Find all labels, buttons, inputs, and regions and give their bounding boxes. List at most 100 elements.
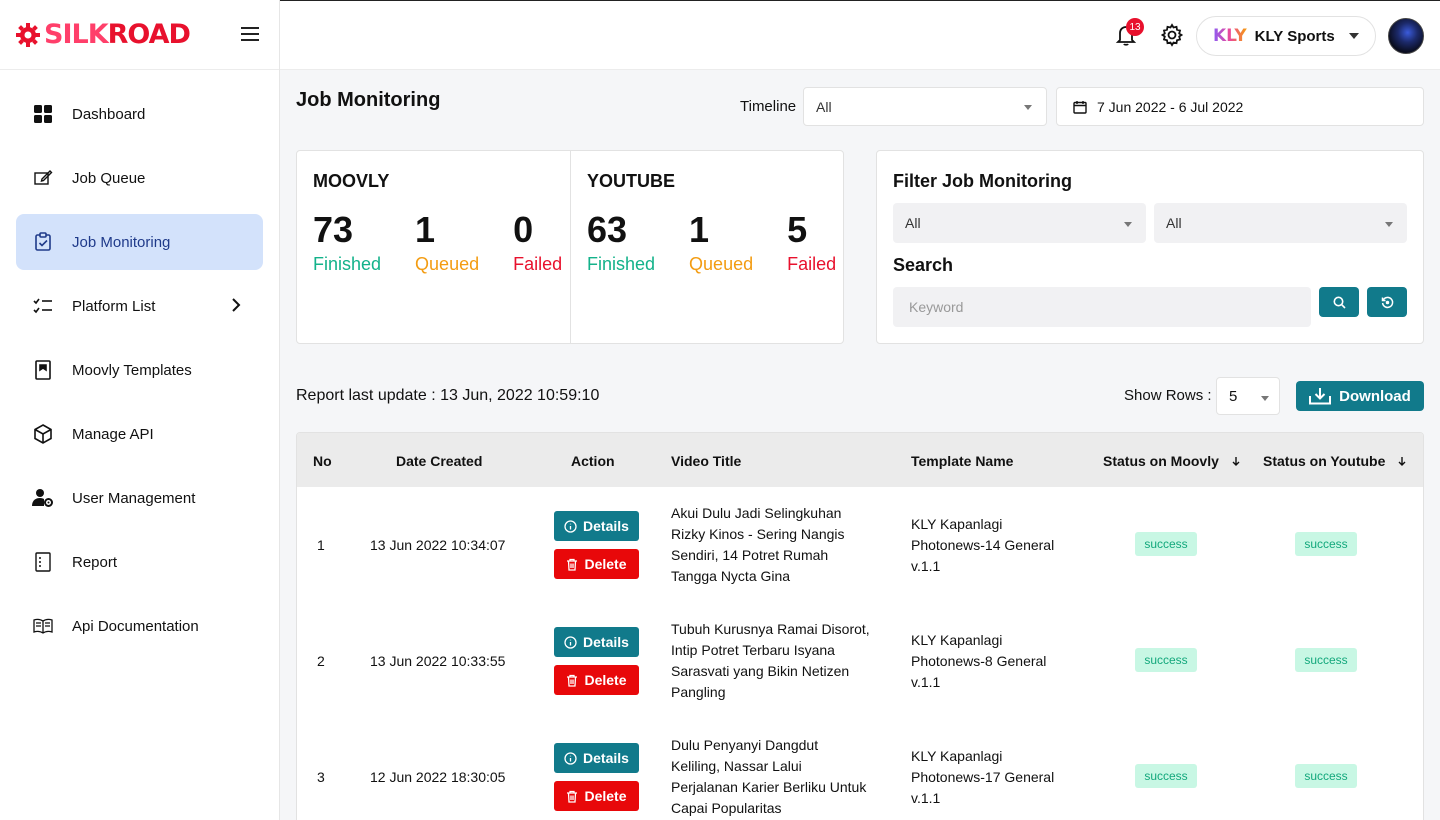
- sidebar-item-manage-api[interactable]: Manage API: [16, 406, 263, 462]
- column-header-label: Status on Youtube: [1263, 453, 1386, 469]
- delete-button[interactable]: Delete: [554, 665, 639, 695]
- trash-icon: [566, 558, 578, 571]
- template-line: Photonews-8 General: [911, 653, 1047, 669]
- trash-icon: [566, 674, 578, 687]
- filter-platform-select[interactable]: All: [893, 203, 1146, 243]
- template-line: KLY Kapanlagi: [911, 516, 1003, 532]
- title-line: Tubuh Kurusnya Ramai Disorot,: [671, 621, 870, 637]
- sidebar-item-label: Job Monitoring: [72, 233, 171, 251]
- sidebar-item-job-monitoring[interactable]: Job Monitoring: [16, 214, 263, 270]
- sidebar-item-label: Dashboard: [72, 105, 146, 123]
- sidebar-item-label: Report: [72, 553, 118, 571]
- sidebar-item-platform-list[interactable]: Platform List: [16, 278, 263, 334]
- cube-icon: [32, 423, 54, 445]
- details-label: Details: [583, 634, 629, 650]
- filter-select-value: All: [1166, 215, 1182, 231]
- stats-youtube: YOUTUBE 63 Finished 1 Queued 5 Failed: [570, 151, 843, 343]
- details-button[interactable]: Details: [554, 511, 639, 541]
- sidebar-nav: Dashboard Job Queue Job Monitoring Platf…: [0, 70, 279, 654]
- details-label: Details: [583, 518, 629, 534]
- date-range-picker[interactable]: 7 Jun 2022 - 6 Jul 2022: [1056, 87, 1424, 126]
- sidebar-item-report[interactable]: Report: [16, 534, 263, 590]
- stat-queued: 1 Queued: [415, 210, 479, 275]
- stat-queued-count: 1: [689, 209, 710, 250]
- platform-stats-card: MOOVLY 73 Finished 1 Queued 0 Failed YOU…: [296, 150, 844, 344]
- trash-icon: [566, 790, 578, 803]
- details-button[interactable]: Details: [554, 627, 639, 657]
- cell-template-name: KLY Kapanlagi Photonews-8 General v.1.1: [911, 630, 1046, 693]
- cell-date-created: 13 Jun 2022 10:33:55: [370, 653, 506, 669]
- timeline-select-value: All: [816, 98, 832, 115]
- column-header-label: Status on Moovly: [1103, 453, 1219, 469]
- caret-down-icon: [1261, 396, 1269, 401]
- column-header-status-moovly[interactable]: Status on Moovly: [1103, 453, 1241, 469]
- report-icon: [32, 551, 54, 573]
- sidebar-item-job-queue[interactable]: Job Queue: [16, 150, 263, 206]
- status-badge-moovly: success: [1135, 764, 1197, 788]
- sidebar-item-label: Job Queue: [72, 169, 146, 187]
- user-gear-icon: [32, 487, 54, 509]
- logo-bar: SILK ROAD: [0, 0, 279, 70]
- sidebar-item-label: Platform List: [72, 297, 156, 315]
- status-badge-youtube: success: [1295, 532, 1357, 556]
- reset-button[interactable]: [1367, 287, 1407, 317]
- details-label: Details: [583, 750, 629, 766]
- info-icon: [564, 751, 577, 765]
- search-button[interactable]: [1319, 287, 1359, 317]
- hamburger-menu-icon[interactable]: [241, 27, 259, 43]
- sidebar-item-dashboard[interactable]: Dashboard: [16, 86, 263, 142]
- download-button[interactable]: Download: [1296, 381, 1424, 411]
- stat-failed-count: 5: [787, 209, 808, 250]
- settings-gear-icon[interactable]: [1160, 23, 1184, 47]
- download-label: Download: [1339, 387, 1411, 405]
- column-header-status-youtube[interactable]: Status on Youtube: [1263, 453, 1407, 469]
- cell-no: 2: [317, 653, 325, 669]
- sidebar-item-label: Moovly Templates: [72, 361, 192, 379]
- title-line: Keliling, Nassar Lalui: [671, 758, 802, 774]
- template-line: KLY Kapanlagi: [911, 748, 1003, 764]
- job-table: No Date Created Action Video Title Templ…: [296, 432, 1424, 820]
- table-header: No Date Created Action Video Title Templ…: [297, 433, 1423, 487]
- stat-finished-count: 63: [587, 209, 628, 250]
- cell-video-title: Dulu Penyanyi Dangdut Keliling, Nassar L…: [671, 735, 866, 819]
- title-line: Pangling: [671, 684, 726, 700]
- sidebar-item-moovly-templates[interactable]: Moovly Templates: [16, 342, 263, 398]
- delete-label: Delete: [584, 672, 627, 688]
- silkroad-logo[interactable]: SILK ROAD: [16, 19, 191, 50]
- report-last-update: Report last update : 13 Jun, 2022 10:59:…: [296, 387, 600, 404]
- keyword-input[interactable]: [893, 287, 1311, 327]
- calendar-icon: [1073, 100, 1087, 114]
- timeline-select[interactable]: All: [803, 87, 1047, 126]
- timeline-label: Timeline: [740, 98, 797, 115]
- gear-logo-icon: [16, 22, 40, 47]
- table-row: 1 13 Jun 2022 10:34:07 Details Delete Ak…: [297, 487, 1423, 603]
- stat-finished: 63 Finished: [587, 210, 655, 275]
- delete-button[interactable]: Delete: [554, 781, 639, 811]
- sidebar-item-user-management[interactable]: User Management: [16, 470, 263, 526]
- title-line: Sendiri, 14 Potret Rumah: [671, 547, 829, 563]
- stat-failed: 0 Failed: [513, 210, 562, 275]
- account-switcher[interactable]: KLY KLY Sports: [1196, 16, 1376, 56]
- title-line: Perjalanan Karier Berliku Untuk: [671, 779, 867, 795]
- filter-status-select[interactable]: All: [1154, 203, 1407, 243]
- table-row: 3 12 Jun 2022 18:30:05 Details Delete Du…: [297, 719, 1423, 820]
- cell-video-title: Akui Dulu Jadi Selingkuhan Rizky Kinos -…: [671, 503, 845, 587]
- cell-no: 1: [317, 537, 325, 553]
- chevron-right-icon: [231, 296, 241, 317]
- stats-platform-name: MOOVLY: [313, 171, 390, 191]
- sidebar-item-api-documentation[interactable]: Api Documentation: [16, 598, 263, 654]
- filter-card: Filter Job Monitoring All All Search: [876, 150, 1424, 344]
- show-rows-select[interactable]: 5: [1216, 377, 1280, 415]
- details-button[interactable]: Details: [554, 743, 639, 773]
- delete-button[interactable]: Delete: [554, 549, 639, 579]
- title-line: Akui Dulu Jadi Selingkuhan: [671, 505, 842, 521]
- delete-label: Delete: [584, 556, 627, 572]
- sort-arrow-down-icon: [1232, 457, 1240, 466]
- stat-queued-count: 1: [415, 209, 436, 250]
- cell-video-title: Tubuh Kurusnya Ramai Disorot, Intip Potr…: [671, 619, 870, 703]
- delete-label: Delete: [584, 788, 627, 804]
- user-avatar[interactable]: [1388, 18, 1424, 54]
- page-title: Job Monitoring: [296, 89, 441, 111]
- status-badge-moovly: success: [1135, 648, 1197, 672]
- caret-down-icon: [1349, 33, 1359, 39]
